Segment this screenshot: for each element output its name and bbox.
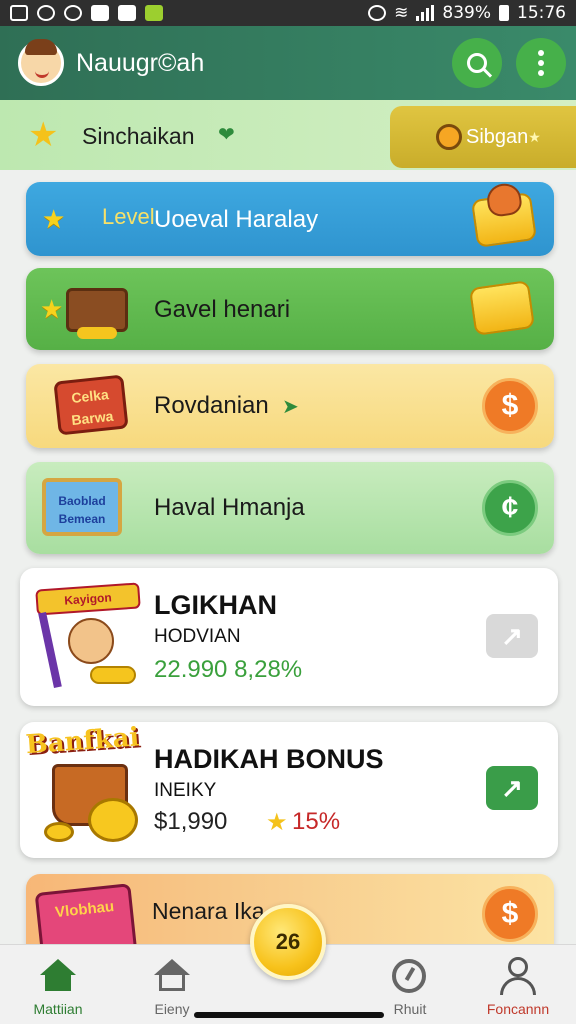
bonus-subtitle: INEIKY <box>154 780 217 801</box>
nav-profile-label: Foncannn <box>486 1001 550 1017</box>
home-indicator[interactable] <box>194 1012 384 1018</box>
more-vertical-icon <box>538 50 544 76</box>
scroll-badge: Baoblad Bemean <box>42 478 122 536</box>
home-icon <box>40 959 76 991</box>
alarm-icon <box>368 5 387 21</box>
dollar-button[interactable]: $ <box>482 378 538 434</box>
app-title: Nauugr©ah <box>76 48 205 77</box>
gold-bars-icon <box>468 280 536 336</box>
bonus-title: HADIKAH BONUS <box>154 744 384 774</box>
arrow-button[interactable]: ↗ <box>486 766 538 810</box>
app-icon <box>118 5 136 21</box>
flag-pole <box>38 611 62 689</box>
sub-header-label: Sinchaikan <box>82 123 195 149</box>
coin-icon <box>88 798 138 842</box>
haval-card-label: Haval Hmanja <box>154 494 305 521</box>
battery-icon <box>499 5 509 21</box>
cent-button[interactable]: ¢ <box>482 480 538 536</box>
arrow-button[interactable]: ↗ <box>486 614 538 658</box>
arrow-up-right-icon: ↗ <box>501 772 523 803</box>
rovdanian-card[interactable]: Celka Barwa Rovdanian ➤ $ <box>26 364 554 448</box>
signal-icon <box>416 5 435 21</box>
heart-icon: ❤ <box>218 124 235 146</box>
rovdanian-card-label: Rovdanian <box>154 392 269 419</box>
nav-third[interactable]: Rhuit <box>362 955 458 1019</box>
sync-icon <box>64 5 82 21</box>
user-icon <box>500 957 536 995</box>
gauge-icon <box>392 959 426 993</box>
star-small-icon: ★ <box>528 128 541 145</box>
status-bar: ≋ 839% 15:76 <box>0 0 576 26</box>
bonus-card[interactable]: Banfkai HADIKAH BONUS INEIKY $1,990 ★ 15… <box>20 722 558 858</box>
more-menu-button[interactable] <box>516 38 566 88</box>
character-icon <box>68 618 114 664</box>
star-icon: ★ <box>28 116 59 154</box>
level-card[interactable]: ★ Level Uoeval Haralay <box>26 182 554 256</box>
promo-banner: Kayigon <box>35 582 141 616</box>
clock: 15:76 <box>517 3 566 23</box>
star-icon: ★ <box>266 809 288 836</box>
game-icon <box>145 5 163 21</box>
image-icon <box>91 5 109 21</box>
nav-profile[interactable]: Foncannn <box>470 955 566 1019</box>
dollar-button[interactable]: $ <box>482 886 538 942</box>
sign-badge: Celka Barwa <box>53 374 129 436</box>
bonus-amount: $1,990 <box>154 808 228 835</box>
character-icon <box>436 124 462 150</box>
haval-card[interactable]: Baoblad Bemean Haval Hmanja ¢ <box>26 462 554 554</box>
center-coin-button[interactable]: 26 <box>250 904 326 980</box>
level-card-label: Uoeval Haralay <box>154 206 319 233</box>
promo-illustration: Kayigon <box>32 582 150 694</box>
promo-stat: 22.990 8,28% <box>154 656 303 683</box>
wifi-icon: ≋ <box>394 3 409 23</box>
coin-small-icon <box>44 822 74 842</box>
promo-card[interactable]: Kayigon LGIKHAN HODVIAN 22.990 8,28% ↗ <box>20 568 558 706</box>
treasure-icon <box>470 192 538 248</box>
search-button[interactable] <box>452 38 502 88</box>
search-icon <box>467 53 487 73</box>
arrow-up-right-icon: ↗ <box>501 620 523 651</box>
nav-home-label: Mattiian <box>33 1001 83 1017</box>
chevron-right-icon: ➤ <box>282 396 299 418</box>
message-icon <box>10 5 28 21</box>
coins-icon <box>90 666 136 684</box>
bonus-illustration: Banfkai <box>25 722 150 850</box>
promo-subtitle: HODVIAN <box>154 626 241 647</box>
notification-icons <box>10 5 163 21</box>
star-icon: ★ <box>40 294 64 324</box>
reward-card-label: Gavel henari <box>154 296 291 323</box>
bonus-percent: 15% <box>292 808 341 835</box>
star-icon: ★ <box>42 204 66 234</box>
nav-second[interactable]: Eieny <box>124 955 220 1019</box>
nenara-label: Nenara Ika <box>152 898 265 924</box>
notification-icon <box>37 5 55 21</box>
promo-title: LGIKHAN <box>154 590 277 620</box>
sub-header: ★ Sinchaikan ❤ Sibgan ★ <box>0 100 576 170</box>
nav-home[interactable]: Mattiian <box>10 955 106 1019</box>
bonus-logo-text: Banfkai <box>24 722 141 761</box>
sub-header-button[interactable]: Sibgan ★ <box>390 106 576 168</box>
app-bar: Nauugr©ah <box>0 26 576 100</box>
level-tag: Level <box>102 204 155 229</box>
store-icon <box>154 959 190 991</box>
chest-icon <box>66 288 128 339</box>
battery-percent: 839% <box>442 3 491 23</box>
reward-card[interactable]: ★ Gavel henari <box>26 268 554 350</box>
sub-header-button-label: Sibgan <box>466 125 529 148</box>
avatar[interactable] <box>18 39 64 86</box>
